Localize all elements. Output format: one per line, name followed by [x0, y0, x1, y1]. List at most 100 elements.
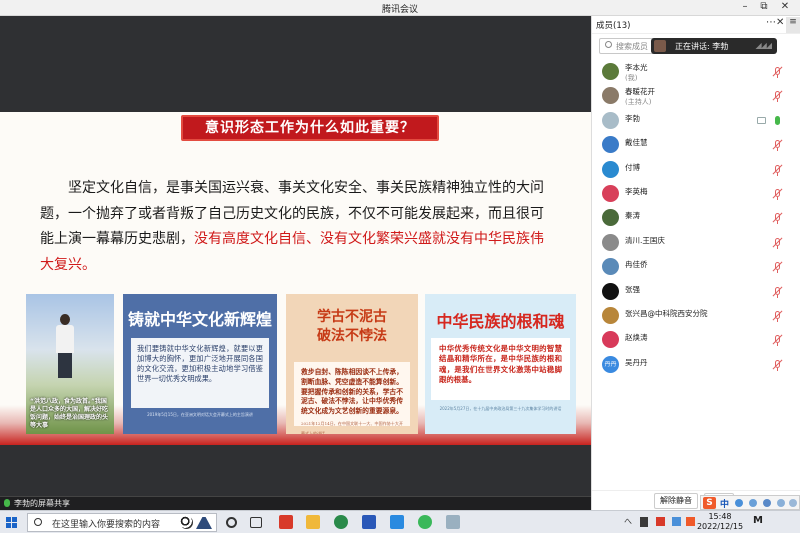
member-name: 清川.王国庆 — [625, 235, 665, 245]
tray-app-icon[interactable] — [656, 517, 665, 526]
ime-shirt-icon — [777, 499, 785, 507]
ime-toolbar[interactable]: S 中 — [700, 495, 800, 510]
app-red-icon[interactable] — [279, 515, 293, 529]
slide-heading: 意识形态工作为什么如此重要？ — [181, 115, 439, 141]
card-title: 中华民族的根和魂 — [436, 312, 565, 331]
mic-muted-icon[interactable] — [772, 212, 783, 225]
member-row[interactable]: 冉佳侨 — [592, 256, 800, 280]
clock[interactable]: 15:48 2022/12/15 — [694, 512, 746, 532]
tencent-meeting-icon[interactable] — [390, 515, 404, 529]
mic-icon — [4, 499, 10, 507]
member-name: 春暖花开 — [625, 87, 655, 97]
mic-muted-icon[interactable] — [772, 139, 783, 152]
member-row[interactable]: 张兴昌@中科院西安分院 — [592, 305, 800, 329]
member-avatar: 丹丹 — [602, 355, 619, 373]
mic-muted-icon[interactable] — [772, 286, 783, 298]
close-icon[interactable]: ✕ — [776, 17, 784, 28]
share-status-bar: 李勃的屏幕共享 — [0, 496, 591, 510]
app-tool-icon[interactable] — [446, 515, 460, 529]
menu-icon[interactable]: ≡ — [786, 17, 800, 33]
member-name: 张兴昌@中科院西安分院 — [625, 309, 708, 318]
member-row[interactable]: 李勃 — [592, 110, 800, 134]
ime-keyboard-icon — [763, 499, 771, 507]
card-text: 救步自封、陈陈相因谈不上传承，割断血脉、凭空虚造不能算创新。要把握传承和创新的关… — [294, 362, 410, 434]
taskbar-search[interactable]: 在这里输入你要搜索的内容 — [27, 513, 217, 532]
member-name: 戴佳慧 — [625, 138, 648, 148]
member-row[interactable]: 清川.王国庆 — [592, 232, 800, 256]
card-title: 铸就中华文化新辉煌 — [127, 310, 272, 329]
wechat-icon[interactable] — [418, 515, 432, 529]
mic-muted-icon[interactable] — [772, 334, 783, 347]
member-row[interactable]: 李英梅 — [592, 183, 800, 207]
member-avatar — [602, 258, 619, 276]
member-avatar — [602, 185, 619, 202]
member-role: (我) — [625, 74, 638, 82]
mic-muted-icon[interactable] — [772, 164, 783, 176]
mic-muted-icon[interactable] — [772, 66, 783, 78]
screen-share-area: 意识形态工作为什么如此重要？ 坚定文化自信，是事关国运兴衰、事关文化安全、事关民… — [0, 16, 591, 496]
slide-paragraph: 坚定文化自信，是事关国运兴衰、事关文化安全、事关民族精神独立性的大问题，一个抛弃… — [40, 176, 545, 278]
network-icon[interactable] — [672, 517, 681, 526]
taskbar-search-placeholder: 在这里输入你要搜索的内容 — [52, 520, 161, 530]
member-row[interactable]: 张强 — [592, 281, 800, 305]
clock-date: 2022/12/15 — [696, 522, 744, 531]
title-bar: 腾讯会议 – ⧉ ✕ — [0, 0, 800, 16]
member-name: 李英梅 — [625, 187, 648, 196]
search-icon — [34, 518, 42, 526]
card-title: 学古不泥古 破法不悖法 — [317, 309, 387, 344]
member-row[interactable]: 戴佳慧 — [592, 134, 800, 158]
panel-header: 成员(13) ⋯ ✕ ≡ — [592, 16, 800, 34]
battery-icon[interactable] — [640, 517, 648, 527]
card-text: 我们要铸就中华文化新辉煌，就要以更加博大的胸怀，更加广泛地开展同各国的文化交流，… — [131, 338, 269, 408]
card-photo: “洪范八政，食为政首。”我国是人口众多的大国，解决好吃饭问题，始终是治国理政的头… — [26, 294, 114, 434]
member-avatar — [602, 111, 619, 129]
member-role: (主持人) — [625, 98, 652, 107]
member-name: 张强 — [625, 284, 640, 294]
tray-expand-icon[interactable]: へ — [624, 516, 632, 527]
member-row[interactable]: 春暖花开 (主持人) — [592, 85, 800, 109]
mic-muted-icon[interactable] — [772, 359, 783, 371]
member-avatar — [602, 307, 619, 324]
mic-muted-icon[interactable] — [772, 261, 783, 274]
window-title: 腾讯会议 — [381, 5, 418, 15]
member-search[interactable]: 搜索成员 — [599, 38, 657, 54]
restore-icon[interactable]: ⧉ — [757, 1, 771, 12]
member-avatar — [602, 136, 619, 154]
close-icon[interactable]: ✕ — [778, 1, 792, 12]
member-avatar — [602, 160, 619, 178]
windows-start-icon[interactable] — [6, 517, 17, 528]
minimize-icon[interactable]: – — [738, 1, 752, 12]
mic-muted-icon[interactable] — [772, 237, 783, 249]
card-footer: 2022年5月27日，在十九届中央政治局第三十九次集体学习时的讲话 — [439, 406, 562, 411]
mic-on-icon[interactable] — [775, 115, 780, 125]
speaking-indicator: 正在讲话: 李勃 ◢◢◢ — [651, 38, 777, 54]
speaking-label: 正在讲话: 李勃 — [675, 42, 729, 51]
person-image — [54, 314, 76, 378]
member-avatar — [602, 282, 619, 300]
member-row[interactable]: 赵焕涛 — [592, 329, 800, 353]
word-icon[interactable] — [362, 515, 376, 529]
member-name: 李勃 — [625, 113, 640, 123]
ime-lang: 中 — [720, 500, 730, 510]
card-photo-caption: “洪范八政，食为政首。”我国是人口众多的大国，解决好吃饭问题，始终是治国理政的头… — [30, 398, 109, 429]
member-row[interactable]: 丹丹 吴丹丹 — [592, 354, 800, 378]
more-icon[interactable]: ⋯ — [766, 17, 776, 28]
member-row[interactable]: 秦涛 — [592, 207, 800, 231]
member-row[interactable]: 李本光 (我) — [592, 61, 800, 85]
soccer-ball-icon — [180, 516, 193, 529]
ime-punct-icon — [735, 499, 743, 507]
sound-wave-icon: ◢◢◢ — [755, 41, 773, 50]
unmute-all-button[interactable]: 解除静音 — [654, 493, 698, 509]
cortana-icon[interactable] — [226, 517, 237, 528]
mic-muted-icon[interactable] — [772, 90, 783, 103]
mic-muted-icon[interactable] — [772, 310, 783, 322]
task-view-icon[interactable] — [250, 517, 262, 528]
browser-icon[interactable] — [334, 515, 348, 529]
member-row[interactable]: 付博 — [592, 159, 800, 183]
presentation-slide: 意识形态工作为什么如此重要？ 坚定文化自信，是事关国运兴衰、事关文化安全、事关民… — [0, 112, 591, 445]
file-explorer-icon[interactable] — [306, 515, 320, 529]
share-label: 李勃的屏幕共享 — [14, 499, 70, 508]
clock-time: 15:48 — [708, 512, 732, 521]
notification-icon[interactable]: M — [753, 515, 765, 529]
mic-muted-icon[interactable] — [772, 188, 783, 200]
